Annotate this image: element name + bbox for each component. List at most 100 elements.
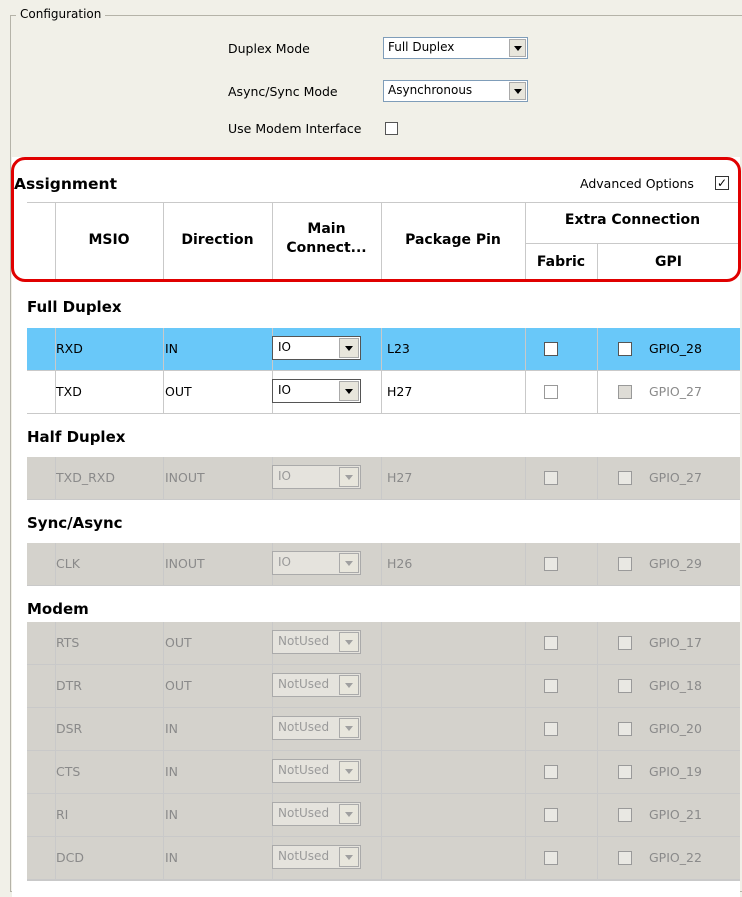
group-label-modem: Modem	[27, 600, 89, 618]
table-row[interactable]: CLK INOUT IO H26 GPIO_29	[27, 543, 740, 586]
package-pin-cell: L23	[387, 341, 410, 356]
fabric-checkbox[interactable]	[544, 471, 558, 485]
main-connection-value: IO	[278, 469, 291, 483]
column-header-fabric[interactable]: Fabric	[525, 254, 597, 270]
configuration-title: Configuration	[16, 7, 106, 21]
gpio-cell: GPIO_17	[649, 635, 702, 650]
direction-cell: IN	[165, 850, 179, 865]
direction-cell: OUT	[165, 384, 192, 399]
gpi-checkbox[interactable]	[618, 722, 632, 736]
package-pin-cell: H27	[387, 470, 413, 485]
chevron-down-icon[interactable]	[339, 632, 359, 652]
column-header-main-connect-line2[interactable]: Connect...	[272, 240, 381, 256]
table-row[interactable]: RTS OUT NotUsed GPIO_17	[27, 622, 740, 665]
direction-cell: IN	[165, 807, 179, 822]
table-row[interactable]: DCD IN NotUsed GPIO_22	[27, 837, 740, 880]
chevron-down-icon[interactable]	[339, 718, 359, 738]
assignment-title: Assignment	[14, 175, 117, 193]
gpi-checkbox[interactable]	[618, 557, 632, 571]
column-header-msio[interactable]: MSIO	[55, 232, 163, 248]
group-label-full-duplex: Full Duplex	[27, 298, 122, 316]
msio-cell: TXD_RXD	[56, 470, 115, 485]
fabric-checkbox[interactable]	[544, 636, 558, 650]
main-connection-select[interactable]: IO	[272, 379, 361, 403]
table-row[interactable]: TXD_RXD INOUT IO H27 GPIO_27	[27, 457, 740, 500]
gpi-checkbox[interactable]	[618, 808, 632, 822]
main-connection-select[interactable]: IO	[272, 465, 361, 489]
chevron-down-icon[interactable]	[339, 761, 359, 781]
gpi-checkbox[interactable]	[618, 765, 632, 779]
main-connection-select[interactable]: IO	[272, 336, 361, 360]
direction-cell: OUT	[165, 678, 192, 693]
main-connection-select[interactable]: NotUsed	[272, 673, 361, 697]
fabric-checkbox[interactable]	[544, 765, 558, 779]
package-pin-cell: H27	[387, 384, 413, 399]
chevron-down-icon[interactable]	[339, 381, 359, 401]
msio-cell: TXD	[56, 384, 82, 399]
fabric-checkbox[interactable]	[544, 679, 558, 693]
gpio-cell: GPIO_22	[649, 850, 702, 865]
table-row[interactable]: RXD IN IO L23 GPIO_28	[27, 328, 740, 371]
chevron-down-icon[interactable]	[339, 804, 359, 824]
chevron-down-icon[interactable]	[509, 82, 526, 100]
column-header-direction[interactable]: Direction	[163, 232, 272, 248]
main-connection-value: NotUsed	[278, 849, 330, 863]
gpi-checkbox[interactable]	[618, 636, 632, 650]
main-connection-select[interactable]: IO	[272, 551, 361, 575]
group-label-half-duplex: Half Duplex	[27, 428, 126, 446]
duplex-mode-select[interactable]: Full Duplex	[383, 37, 528, 59]
msio-cell: DCD	[56, 850, 84, 865]
main-connection-value: IO	[278, 340, 291, 354]
fabric-checkbox[interactable]	[544, 385, 558, 399]
chevron-down-icon[interactable]	[339, 467, 359, 487]
chevron-down-icon[interactable]	[509, 39, 526, 57]
main-connection-value: IO	[278, 555, 291, 569]
main-connection-select[interactable]: NotUsed	[272, 802, 361, 826]
chevron-down-icon[interactable]	[339, 847, 359, 867]
main-connection-select[interactable]: NotUsed	[272, 716, 361, 740]
table-row[interactable]: RI IN NotUsed GPIO_21	[27, 794, 740, 837]
main-connection-select[interactable]: NotUsed	[272, 845, 361, 869]
direction-cell: IN	[165, 341, 179, 356]
async-sync-mode-label: Async/Sync Mode	[228, 84, 338, 99]
msio-cell: RXD	[56, 341, 83, 356]
advanced-options-checkbox[interactable]: ✓	[715, 176, 729, 190]
table-row[interactable]: DTR OUT NotUsed GPIO_18	[27, 665, 740, 708]
column-header-package-pin[interactable]: Package Pin	[381, 232, 525, 248]
main-connection-value: NotUsed	[278, 720, 330, 734]
msio-cell: DTR	[56, 678, 82, 693]
main-connection-select[interactable]: NotUsed	[272, 759, 361, 783]
fabric-checkbox[interactable]	[544, 851, 558, 865]
use-modem-interface-checkbox[interactable]	[385, 122, 398, 135]
column-header-gpi[interactable]: GPI	[597, 254, 740, 270]
main-connection-value: NotUsed	[278, 806, 330, 820]
gpio-cell: GPIO_19	[649, 764, 702, 779]
duplex-mode-label: Duplex Mode	[228, 41, 310, 56]
msio-cell: RI	[56, 807, 69, 822]
table-row[interactable]: DSR IN NotUsed GPIO_20	[27, 708, 740, 751]
chevron-down-icon[interactable]	[339, 338, 359, 358]
gpio-cell: GPIO_18	[649, 678, 702, 693]
gpio-cell: GPIO_27	[649, 470, 702, 485]
column-header-main-connect-line1[interactable]: Main	[272, 221, 381, 237]
gpi-checkbox[interactable]	[618, 385, 632, 399]
gpio-cell: GPIO_28	[649, 341, 702, 356]
fabric-checkbox[interactable]	[544, 808, 558, 822]
fabric-checkbox[interactable]	[544, 342, 558, 356]
duplex-mode-value: Full Duplex	[388, 40, 455, 54]
table-row[interactable]: TXD OUT IO H27 GPIO_27	[27, 371, 740, 414]
main-connection-select[interactable]: NotUsed	[272, 630, 361, 654]
fabric-checkbox[interactable]	[544, 557, 558, 571]
chevron-down-icon[interactable]	[339, 675, 359, 695]
use-modem-interface-label: Use Modem Interface	[228, 121, 362, 136]
gpi-checkbox[interactable]	[618, 679, 632, 693]
gpi-checkbox[interactable]	[618, 851, 632, 865]
advanced-options-label: Advanced Options	[580, 176, 694, 191]
fabric-checkbox[interactable]	[544, 722, 558, 736]
gpi-checkbox[interactable]	[618, 342, 632, 356]
gpio-cell: GPIO_29	[649, 556, 702, 571]
chevron-down-icon[interactable]	[339, 553, 359, 573]
async-sync-mode-select[interactable]: Asynchronous	[383, 80, 528, 102]
table-row[interactable]: CTS IN NotUsed GPIO_19	[27, 751, 740, 794]
gpi-checkbox[interactable]	[618, 471, 632, 485]
